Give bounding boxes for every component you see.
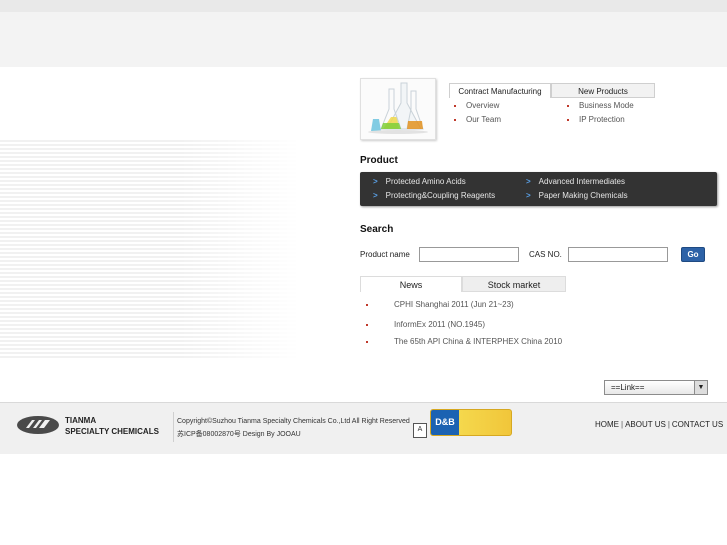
- link-select[interactable]: ==Link== ▼: [604, 380, 708, 395]
- bullet-icon: [454, 118, 456, 121]
- hero-stripes: [0, 140, 300, 360]
- logo-text-tianma: TIANMA: [65, 416, 97, 425]
- link-select-value: ==Link==: [611, 383, 645, 392]
- tab-contract-manufacturing[interactable]: Contract Manufacturing: [449, 83, 551, 98]
- footer-nav: HOME | ABOUT US | CONTACT US: [595, 420, 723, 429]
- product-link-amino-acids[interactable]: > Protected Amino Acids: [373, 177, 466, 186]
- bullet-icon: [567, 118, 569, 121]
- link-overview[interactable]: Overview: [454, 101, 499, 110]
- footer-link-contact[interactable]: CONTACT US: [672, 420, 723, 429]
- footer-link-home[interactable]: HOME: [595, 420, 619, 429]
- tab-news[interactable]: News: [360, 276, 462, 292]
- bullet-icon: [366, 303, 368, 306]
- bullet-icon: [567, 104, 569, 107]
- footer-link-about[interactable]: ABOUT US: [625, 420, 666, 429]
- link-ip-protection[interactable]: IP Protection: [567, 115, 625, 124]
- news-item[interactable]: CPHI Shanghai 2011 (Jun 21~23): [366, 300, 514, 309]
- go-button[interactable]: Go: [681, 247, 705, 262]
- dnb-badge[interactable]: D&B: [430, 409, 512, 436]
- separator: |: [667, 420, 670, 429]
- search-heading: Search: [360, 224, 394, 235]
- logo-text-specialty: SPECIALTY CHEMICALS: [65, 427, 159, 436]
- arrow-right-icon: >: [526, 177, 531, 186]
- product-name-input[interactable]: [419, 247, 519, 262]
- arrow-right-icon: >: [373, 177, 378, 186]
- header-band: [0, 12, 727, 67]
- tm-logo-icon: [17, 416, 59, 434]
- product-link-coupling-reagents[interactable]: > Protecting&Coupling Reagents: [373, 191, 495, 200]
- product-link-paper-chemicals[interactable]: > Paper Making Chemicals: [526, 191, 628, 200]
- flask-icon: [361, 79, 435, 139]
- link-our-team[interactable]: Our Team: [454, 115, 501, 124]
- copyright-text: Copyright©Suzhou Tianma Specialty Chemic…: [177, 418, 410, 425]
- link-business-mode[interactable]: Business Mode: [567, 101, 634, 110]
- bullet-icon: [454, 104, 456, 107]
- product-name-label: Product name: [360, 250, 410, 259]
- product-link-intermediates[interactable]: > Advanced Intermediates: [526, 177, 625, 186]
- flask-photo: [360, 78, 436, 140]
- certificate-icon[interactable]: A: [413, 423, 427, 438]
- bullet-icon: [366, 323, 368, 326]
- top-bar: [0, 0, 727, 12]
- bullet-icon: [366, 340, 368, 343]
- arrow-right-icon: >: [526, 191, 531, 200]
- news-item[interactable]: The 65th API China & INTERPHEX China 201…: [366, 337, 562, 346]
- news-item[interactable]: InformEx 2011 (NO.1945): [366, 320, 485, 329]
- separator: |: [621, 420, 624, 429]
- arrow-right-icon: >: [373, 191, 378, 200]
- product-heading: Product: [360, 155, 398, 166]
- company-logo: [16, 414, 60, 438]
- cas-input[interactable]: [568, 247, 668, 262]
- icp-text: 苏ICP备08002870号 Design By JOOAU: [177, 431, 301, 438]
- tab-new-products[interactable]: New Products: [551, 83, 655, 98]
- tab-stock-market[interactable]: Stock market: [462, 276, 566, 292]
- cas-label: CAS NO.: [529, 250, 562, 259]
- chevron-down-icon[interactable]: ▼: [694, 381, 707, 394]
- footer-divider: [173, 412, 174, 442]
